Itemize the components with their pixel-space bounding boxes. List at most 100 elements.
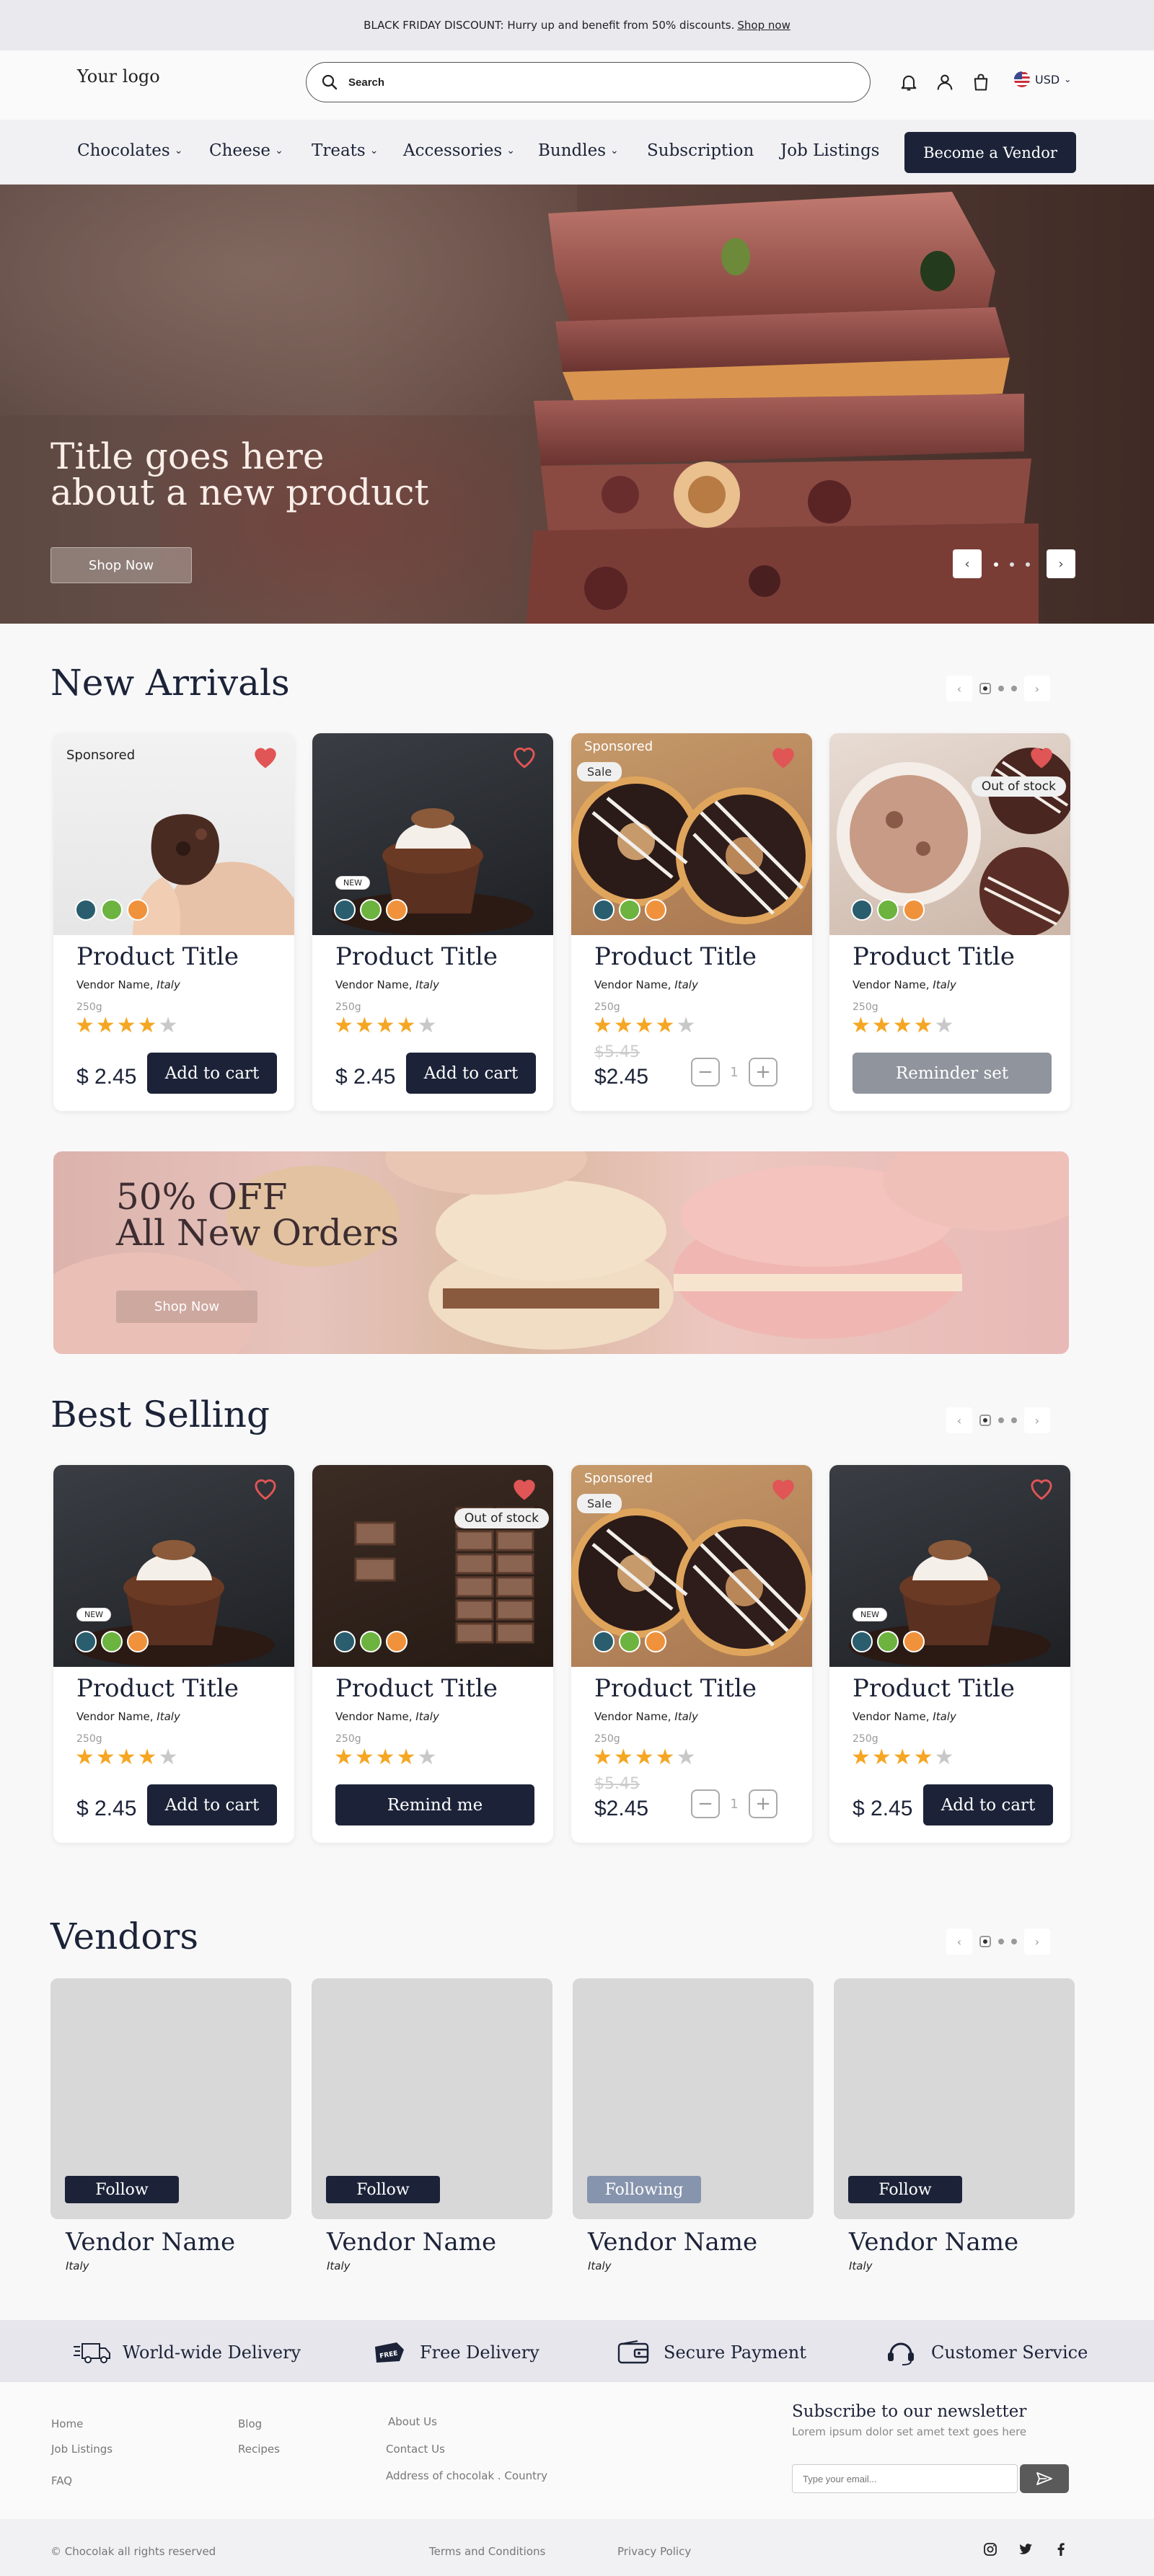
footer-link-recipes[interactable]: Recipes — [238, 2443, 280, 2456]
prev-arrow-icon[interactable]: ‹ — [946, 1407, 972, 1433]
product-title[interactable]: Product Title — [853, 1674, 1015, 1703]
product-card[interactable]: NEW Product Title Vendor Name, Italy 250… — [312, 733, 553, 1111]
search-bar[interactable] — [306, 62, 871, 102]
carousel-dot-active[interactable] — [979, 1936, 991, 1947]
user-icon[interactable] — [935, 72, 955, 92]
carousel-dot[interactable] — [1011, 1417, 1017, 1423]
heart-outline-icon[interactable] — [510, 743, 539, 769]
next-arrow-icon[interactable]: › — [1024, 1929, 1050, 1955]
heart-filled-icon[interactable] — [251, 743, 280, 769]
add-to-cart-button[interactable]: Add to cart — [406, 1053, 536, 1094]
follow-button[interactable]: Follow — [326, 2176, 440, 2203]
vendor-name[interactable]: Vendor Name — [327, 2228, 496, 2257]
minus-icon[interactable]: − — [691, 1058, 720, 1086]
carousel-dot-active[interactable] — [979, 683, 991, 694]
hero-dot[interactable] — [1026, 562, 1030, 567]
nav-item-accessories[interactable]: Accessories ⌄ — [403, 141, 515, 160]
product-card[interactable]: NEW Product Title Vendor Name, Italy 250… — [829, 1465, 1070, 1843]
vendor-card[interactable]: Follow — [834, 1978, 1075, 2219]
nav-item-treats[interactable]: Treats ⌄ — [312, 141, 378, 160]
hero-shop-now-button[interactable]: Shop Now — [50, 547, 192, 583]
product-title[interactable]: Product Title — [335, 942, 498, 971]
next-arrow-icon[interactable]: › — [1024, 676, 1050, 701]
newsletter-email-input[interactable] — [792, 2464, 1018, 2493]
add-to-cart-button[interactable]: Add to cart — [923, 1784, 1053, 1825]
twitter-icon[interactable] — [1017, 2541, 1034, 2558]
heart-filled-icon[interactable] — [769, 1475, 798, 1501]
vendor-card[interactable]: Following — [573, 1978, 814, 2219]
product-title[interactable]: Product Title — [853, 942, 1015, 971]
product-title[interactable]: Product Title — [594, 1674, 757, 1703]
add-to-cart-button[interactable]: Add to cart — [147, 1784, 277, 1825]
carousel-dot[interactable] — [1011, 1939, 1017, 1944]
follow-button[interactable]: Follow — [848, 2176, 962, 2203]
instagram-icon[interactable] — [982, 2541, 999, 2558]
privacy-link[interactable]: Privacy Policy — [617, 2545, 691, 2558]
heart-filled-icon[interactable] — [1027, 743, 1056, 769]
logo[interactable]: Your logo — [77, 66, 160, 87]
footer-link-contact-us[interactable]: Contact Us — [386, 2443, 445, 2456]
currency-selector[interactable]: USD ⌄ — [1013, 71, 1071, 88]
organic-icon — [386, 1631, 408, 1652]
product-title[interactable]: Product Title — [76, 1674, 239, 1703]
footer-link-job-listings[interactable]: Job Listings — [51, 2443, 113, 2456]
nav-item-subscription[interactable]: Subscription — [647, 141, 754, 160]
product-card[interactable]: Out of stock Product Title Vendor Name, … — [312, 1465, 553, 1843]
vendor-name[interactable]: Vendor Name — [849, 2228, 1018, 2257]
footer-link-about-us[interactable]: About Us — [388, 2415, 437, 2428]
follow-button[interactable]: Follow — [65, 2176, 179, 2203]
vendor-card[interactable]: Follow — [312, 1978, 552, 2219]
hero-prev-arrow-icon[interactable]: ‹ — [953, 549, 982, 578]
shop-now-link[interactable]: Shop now — [737, 19, 790, 32]
heart-filled-icon[interactable] — [769, 743, 798, 769]
next-arrow-icon[interactable]: › — [1024, 1407, 1050, 1433]
bell-icon[interactable] — [899, 72, 919, 92]
hero-next-arrow-icon[interactable]: › — [1047, 549, 1075, 578]
vendor-name[interactable]: Vendor Name — [588, 2228, 757, 2257]
prev-arrow-icon[interactable]: ‹ — [946, 1929, 972, 1955]
carousel-dot[interactable] — [1011, 686, 1017, 691]
heart-filled-icon[interactable] — [510, 1475, 539, 1501]
footer-link-home[interactable]: Home — [51, 2417, 83, 2430]
following-button[interactable]: Following — [587, 2176, 701, 2203]
nav-item-cheese[interactable]: Cheese ⌄ — [209, 141, 283, 160]
product-title[interactable]: Product Title — [76, 942, 239, 971]
plus-icon[interactable]: + — [749, 1058, 778, 1086]
facebook-icon[interactable] — [1052, 2541, 1070, 2558]
carousel-dot-active[interactable] — [979, 1415, 991, 1426]
nav-item-bundles[interactable]: Bundles ⌄ — [538, 141, 619, 160]
search-input[interactable] — [348, 76, 870, 89]
terms-link[interactable]: Terms and Conditions — [429, 2545, 545, 2558]
footer-address: Address of chocolak . Country — [386, 2469, 548, 2482]
heart-outline-icon[interactable] — [251, 1475, 280, 1501]
product-card[interactable]: Sponsored Sale Product Title Vendor Name… — [571, 733, 812, 1111]
remind-me-button[interactable]: Remind me — [335, 1784, 534, 1825]
add-to-cart-button[interactable]: Add to cart — [147, 1053, 277, 1094]
product-card[interactable]: NEW Product Title Vendor Name, Italy 250… — [53, 1465, 294, 1843]
minus-icon[interactable]: − — [691, 1789, 720, 1818]
carousel-dot[interactable] — [998, 1939, 1004, 1944]
vendor-card[interactable]: Follow — [50, 1978, 291, 2219]
shopping-bag-icon[interactable] — [971, 72, 991, 92]
reminder-set-button[interactable]: Reminder set — [853, 1053, 1052, 1094]
footer-link-blog[interactable]: Blog — [238, 2417, 262, 2430]
carousel-dot[interactable] — [998, 686, 1004, 691]
promo-shop-now-button[interactable]: Shop Now — [116, 1291, 257, 1323]
prev-arrow-icon[interactable]: ‹ — [946, 676, 972, 701]
nav-item-chocolates[interactable]: Chocolates ⌄ — [77, 141, 182, 160]
nav-item-job-listings[interactable]: Job Listings — [780, 141, 879, 160]
vendor-name[interactable]: Vendor Name — [66, 2228, 235, 2257]
newsletter-send-button[interactable] — [1020, 2464, 1069, 2493]
hero-dot[interactable] — [1010, 562, 1014, 567]
heart-outline-icon[interactable] — [1027, 1475, 1056, 1501]
carousel-dot[interactable] — [998, 1417, 1004, 1423]
product-card[interactable]: Sponsored Product Title Vendor Name, Ita… — [53, 733, 294, 1111]
plus-icon[interactable]: + — [749, 1789, 778, 1818]
product-card[interactable]: Sponsored Sale Product Title Vendor Name… — [571, 1465, 812, 1843]
product-card[interactable]: Out of stock Product Title Vendor Name, … — [829, 733, 1070, 1111]
hero-dot-active[interactable] — [994, 562, 998, 567]
become-vendor-button[interactable]: Become a Vendor — [904, 132, 1076, 173]
product-title[interactable]: Product Title — [335, 1674, 498, 1703]
footer-link-faq[interactable]: FAQ — [51, 2474, 72, 2487]
product-title[interactable]: Product Title — [594, 942, 757, 971]
